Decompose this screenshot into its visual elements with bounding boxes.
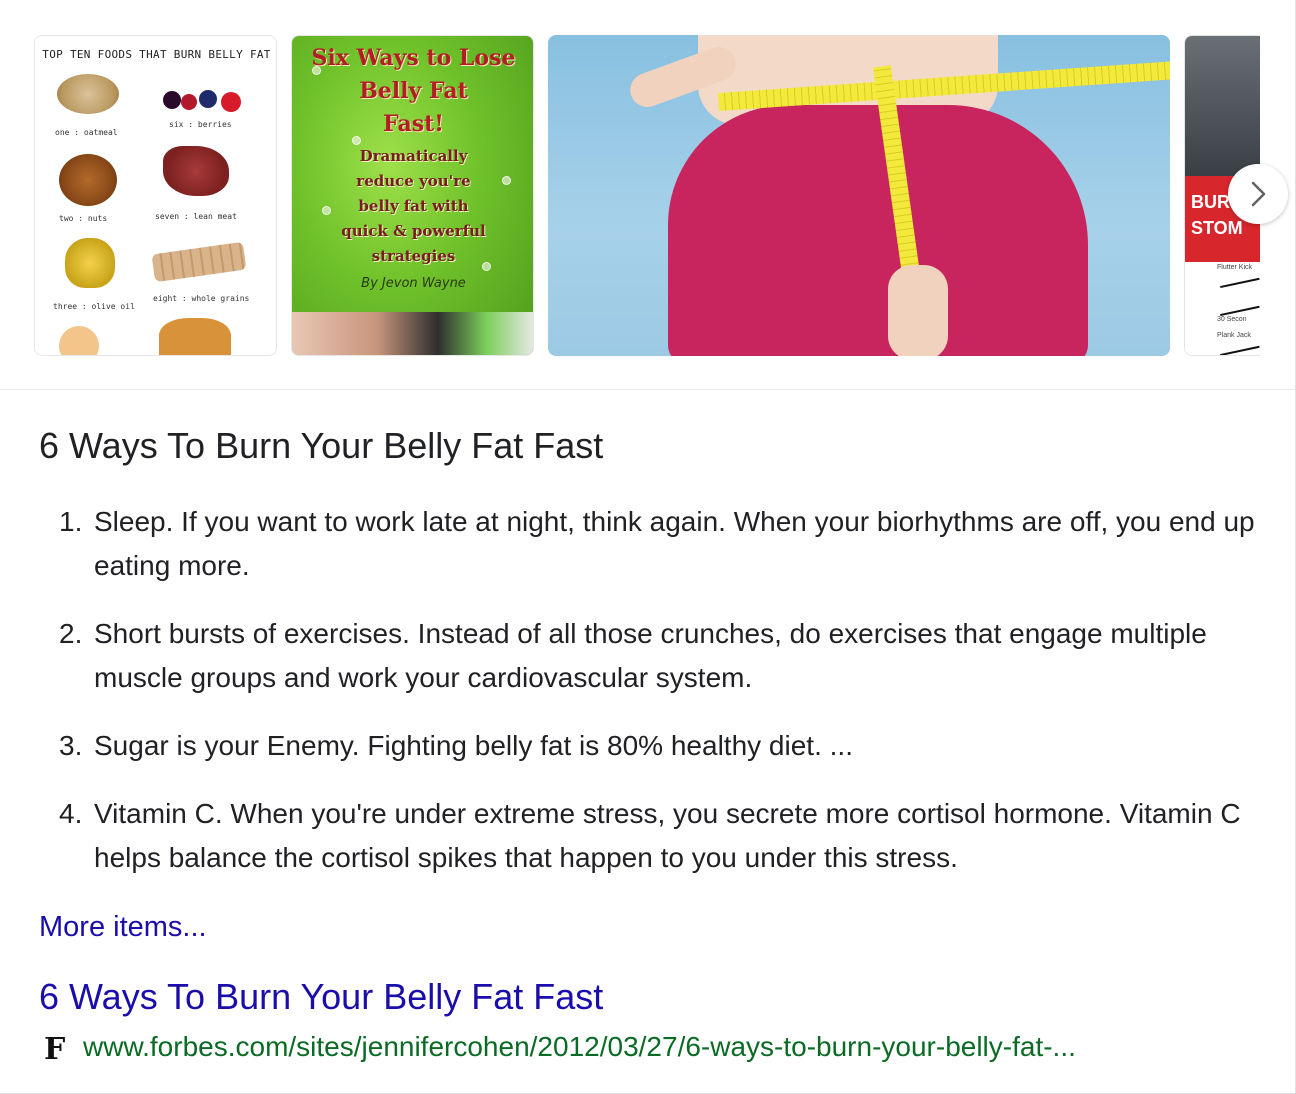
list-item-number: 4. — [59, 798, 83, 829]
banner-line: STOM — [1191, 218, 1243, 238]
answer-list: 1. Sleep. If you want to work late at ni… — [39, 500, 1269, 904]
berry-dot — [199, 90, 217, 108]
carousel-image-foods[interactable]: TOP TEN FOODS THAT BURN BELLY FAT one : … — [34, 35, 277, 356]
berry-dot — [181, 94, 197, 110]
food-label: eight : whole grains — [153, 294, 250, 303]
list-item-number: 3. — [59, 730, 83, 761]
exercise-caption: Plank Jack — [1217, 332, 1251, 339]
book-subtitle-line: reduce you're — [356, 172, 471, 190]
divider — [0, 389, 1295, 390]
list-item-number: 1. — [59, 506, 83, 537]
oatmeal-icon — [57, 74, 119, 114]
hand-icon — [888, 265, 948, 356]
food-label: six : berries — [169, 120, 232, 129]
answer-heading: 6 Ways To Burn Your Belly Fat Fast — [39, 425, 604, 466]
exercise-caption: Flutter Kick — [1217, 264, 1253, 271]
stomach-photo — [1185, 36, 1260, 176]
image-carousel: TOP TEN FOODS THAT BURN BELLY FAT one : … — [34, 35, 1260, 357]
book-title-line: Fast! — [383, 111, 444, 137]
book-title-line: Six Ways to Lose — [311, 45, 516, 71]
exercise-figure-icon — [1218, 337, 1260, 355]
berry-dot — [221, 92, 241, 112]
book-subtitle-line: belly fat with — [358, 197, 469, 215]
list-item: 4. Vitamin C. When you're under extreme … — [39, 792, 1269, 880]
exercise-figure-icon — [1218, 297, 1260, 317]
image-foods-title: TOP TEN FOODS THAT BURN BELLY FAT — [42, 48, 271, 61]
book-subtitle-line: strategies — [371, 247, 456, 265]
banner-line: BUR — [1191, 192, 1230, 212]
list-item: 3. Sugar is your Enemy. Fighting belly f… — [39, 724, 1269, 768]
olive-oil-icon — [65, 238, 115, 288]
carousel-next-button[interactable] — [1228, 164, 1288, 224]
book-subtitle-line: Dramatically — [359, 147, 468, 165]
book-subtitle: Dramatically reduce you're belly fat wit… — [292, 144, 533, 269]
exercise-figure-icon — [1218, 269, 1260, 289]
list-item-text: Sugar is your Enemy. Fighting belly fat … — [94, 730, 853, 761]
whole-grains-icon — [151, 241, 247, 283]
chevron-right-icon — [1251, 181, 1266, 207]
food-label: seven : lean meat — [155, 212, 237, 221]
list-item: 2. Short bursts of exercises. Instead of… — [39, 612, 1269, 700]
book-cover-photo — [292, 312, 533, 355]
list-item: 1. Sleep. If you want to work late at ni… — [39, 500, 1269, 588]
food-label: one : oatmeal — [55, 128, 118, 137]
carousel-image-book[interactable]: Six Ways to Lose Belly Fat Fast! Dramati… — [291, 35, 534, 356]
carousel-image-tape-measure[interactable] — [548, 35, 1170, 356]
book-subtitle-line: quick & powerful — [341, 222, 486, 240]
food-label: three : olive oil — [53, 302, 135, 311]
exercise-caption: 30 Secon — [1217, 316, 1247, 323]
list-item-number: 2. — [59, 618, 83, 649]
book-title: Six Ways to Lose Belly Fat Fast! — [292, 42, 533, 141]
book-title-line: Belly Fat — [359, 78, 468, 104]
forbes-favicon-icon: F — [44, 1032, 66, 1067]
lean-meat-icon — [163, 146, 229, 196]
eggs-icon — [59, 326, 99, 355]
pink-pants — [668, 105, 1088, 356]
result-url[interactable]: www.forbes.com/sites/jennifercohen/2012/… — [83, 1027, 1076, 1067]
peanut-butter-icon — [159, 318, 231, 355]
book-author: By Jevon Wayne — [361, 276, 466, 291]
nuts-icon — [59, 154, 117, 206]
list-item-text: Short bursts of exercises. Instead of al… — [94, 618, 1207, 693]
list-item-text: Vitamin C. When you're under extreme str… — [94, 798, 1241, 873]
berries-icon — [163, 91, 181, 109]
food-label: two : nuts — [59, 214, 108, 223]
result-title-link[interactable]: 6 Ways To Burn Your Belly Fat Fast — [39, 974, 603, 1020]
list-item-text: Sleep. If you want to work late at night… — [94, 506, 1255, 581]
featured-snippet-card: TOP TEN FOODS THAT BURN BELLY FAT one : … — [0, 0, 1296, 1094]
more-items-link[interactable]: More items... — [39, 907, 207, 947]
